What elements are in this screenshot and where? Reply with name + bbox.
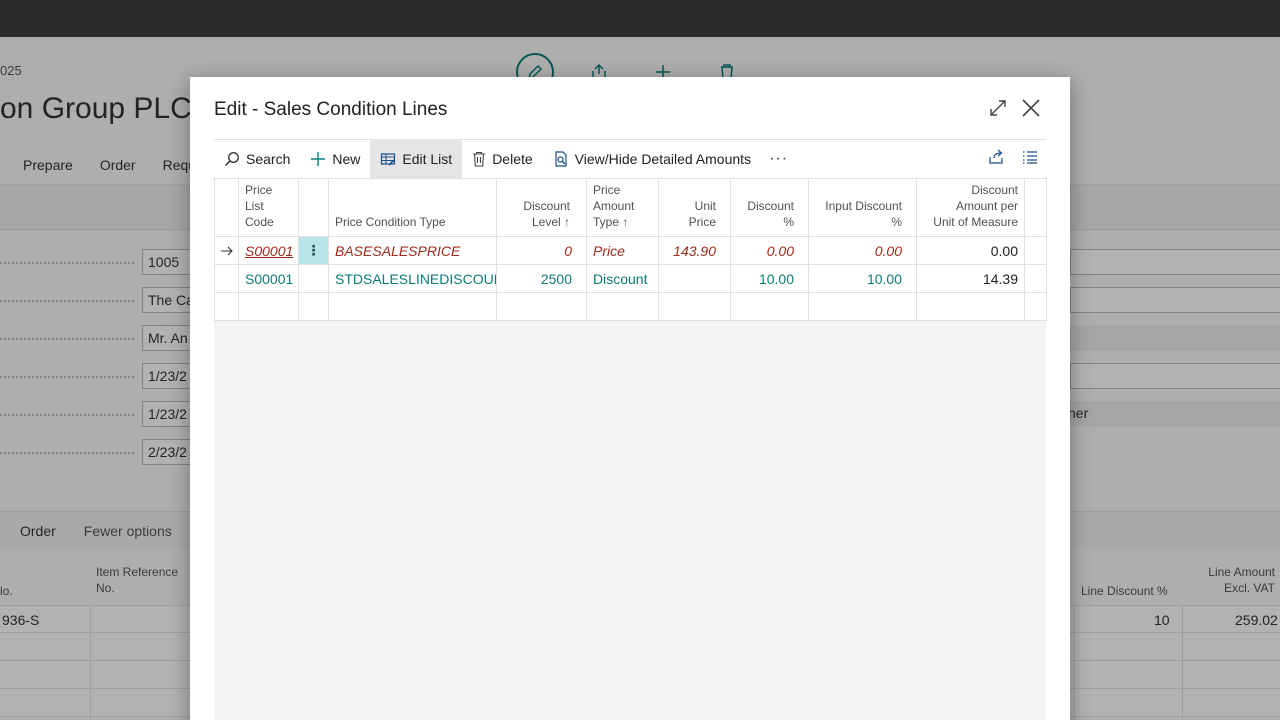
cell-unit-price[interactable]: 143.90 bbox=[658, 236, 731, 265]
cell-price-condition-type[interactable]: STDSALESLINEDISCOUNT bbox=[328, 264, 497, 293]
row-selector[interactable] bbox=[214, 292, 239, 321]
cell-discount-amount-uom: 0.00 bbox=[916, 236, 1025, 265]
dialog-toolbar: Search New Edit List Delete View/Hide De… bbox=[214, 140, 1046, 178]
search-label: Search bbox=[246, 151, 291, 167]
cell-discount-amount-uom bbox=[916, 292, 1025, 321]
view-hide-detailed-amounts-button[interactable]: View/Hide Detailed Amounts bbox=[543, 140, 761, 178]
cell-input-discount-pct[interactable]: 0.00 bbox=[808, 236, 917, 265]
cell-filler bbox=[1024, 236, 1047, 265]
toolbar-right bbox=[988, 140, 1046, 178]
plus-icon bbox=[311, 152, 326, 166]
cell-unit-price[interactable] bbox=[658, 292, 731, 321]
col-selector bbox=[214, 178, 239, 237]
dialog-title: Edit - Sales Condition Lines bbox=[214, 99, 448, 120]
table-header-row: Price List Code Price Condition Type Dis… bbox=[214, 178, 1047, 237]
current-row-arrow-icon bbox=[214, 236, 239, 265]
view-hide-label: View/Hide Detailed Amounts bbox=[574, 151, 752, 167]
edit-list-icon bbox=[381, 153, 396, 166]
table-row-empty[interactable] bbox=[214, 292, 1047, 321]
cell-price-condition-type[interactable] bbox=[328, 292, 497, 321]
sales-condition-lines-dialog: Edit - Sales Condition Lines Search New … bbox=[190, 77, 1070, 720]
cell-discount-level[interactable] bbox=[496, 292, 587, 321]
cell-price-list-code[interactable] bbox=[238, 292, 299, 321]
cell-discount-level[interactable]: 0 bbox=[496, 236, 587, 265]
col-discount-amount-uom[interactable]: Discount Amount per Unit of Measure bbox=[916, 178, 1025, 237]
list-view-icon[interactable] bbox=[1022, 150, 1038, 169]
search-icon bbox=[225, 152, 239, 166]
table-row[interactable]: S00001 ⋮ BASESALESPRICE 0 Price 143.90 0… bbox=[214, 236, 1047, 265]
row-selector[interactable] bbox=[214, 264, 239, 293]
lines-table: Price List Code Price Condition Type Dis… bbox=[214, 178, 1047, 321]
trash-icon bbox=[473, 151, 486, 167]
cell-price-amount-type[interactable] bbox=[586, 292, 659, 321]
delete-button[interactable]: Delete bbox=[462, 140, 542, 178]
edit-list-label: Edit List bbox=[402, 151, 453, 167]
more-options-icon[interactable]: ··· bbox=[761, 140, 796, 178]
search-button[interactable]: Search bbox=[214, 140, 300, 178]
cell-price-list-code[interactable]: S00001 bbox=[238, 236, 299, 265]
cell-discount-pct[interactable]: 10.00 bbox=[730, 264, 809, 293]
cell-discount-pct[interactable]: 0.00 bbox=[730, 236, 809, 265]
col-price-list-code[interactable]: Price List Code bbox=[238, 178, 299, 237]
cell-input-discount-pct[interactable]: 10.00 bbox=[808, 264, 917, 293]
cell-price-amount-type[interactable]: Discount bbox=[586, 264, 659, 293]
share-icon[interactable] bbox=[988, 149, 1006, 170]
cell-input-discount-pct[interactable] bbox=[808, 292, 917, 321]
new-label: New bbox=[332, 151, 361, 167]
close-icon[interactable] bbox=[1019, 96, 1043, 120]
col-discount-pct[interactable]: Discount % bbox=[730, 178, 809, 237]
cell-discount-amount-uom: 14.39 bbox=[916, 264, 1025, 293]
cell-unit-price[interactable] bbox=[658, 264, 731, 293]
row-menu-icon[interactable]: ⋮ bbox=[298, 236, 329, 265]
col-input-discount-pct[interactable]: Input Discount % bbox=[808, 178, 917, 237]
expand-icon[interactable] bbox=[987, 97, 1009, 119]
delete-label: Delete bbox=[492, 151, 533, 167]
document-search-icon bbox=[555, 150, 567, 167]
cell-price-condition-type[interactable]: BASESALESPRICE bbox=[328, 236, 497, 265]
table-row[interactable]: S00001 STDSALESLINEDISCOUNT 2500 Discoun… bbox=[214, 264, 1047, 293]
cell-filler bbox=[1024, 292, 1047, 321]
app-top-bar bbox=[0, 0, 1280, 37]
cell-discount-level[interactable]: 2500 bbox=[496, 264, 587, 293]
col-price-amount-type[interactable]: Price Amount Type ↑ bbox=[586, 178, 659, 237]
row-menu-cell[interactable] bbox=[298, 292, 329, 321]
col-price-condition-type[interactable]: Price Condition Type bbox=[328, 178, 497, 237]
col-row-menu bbox=[298, 178, 329, 237]
col-discount-level[interactable]: Discount Level ↑ bbox=[496, 178, 587, 237]
new-button[interactable]: New bbox=[300, 140, 370, 178]
col-filler bbox=[1024, 178, 1047, 237]
cell-filler bbox=[1024, 264, 1047, 293]
edit-list-button[interactable]: Edit List bbox=[370, 140, 463, 178]
sales-condition-lines-grid: Price List Code Price Condition Type Dis… bbox=[214, 178, 1047, 720]
cell-price-amount-type[interactable]: Price bbox=[586, 236, 659, 265]
col-unit-price[interactable]: Unit Price bbox=[658, 178, 731, 237]
cell-price-list-code[interactable]: S00001 bbox=[238, 264, 299, 293]
row-menu-cell[interactable] bbox=[298, 264, 329, 293]
cell-discount-pct[interactable] bbox=[730, 292, 809, 321]
